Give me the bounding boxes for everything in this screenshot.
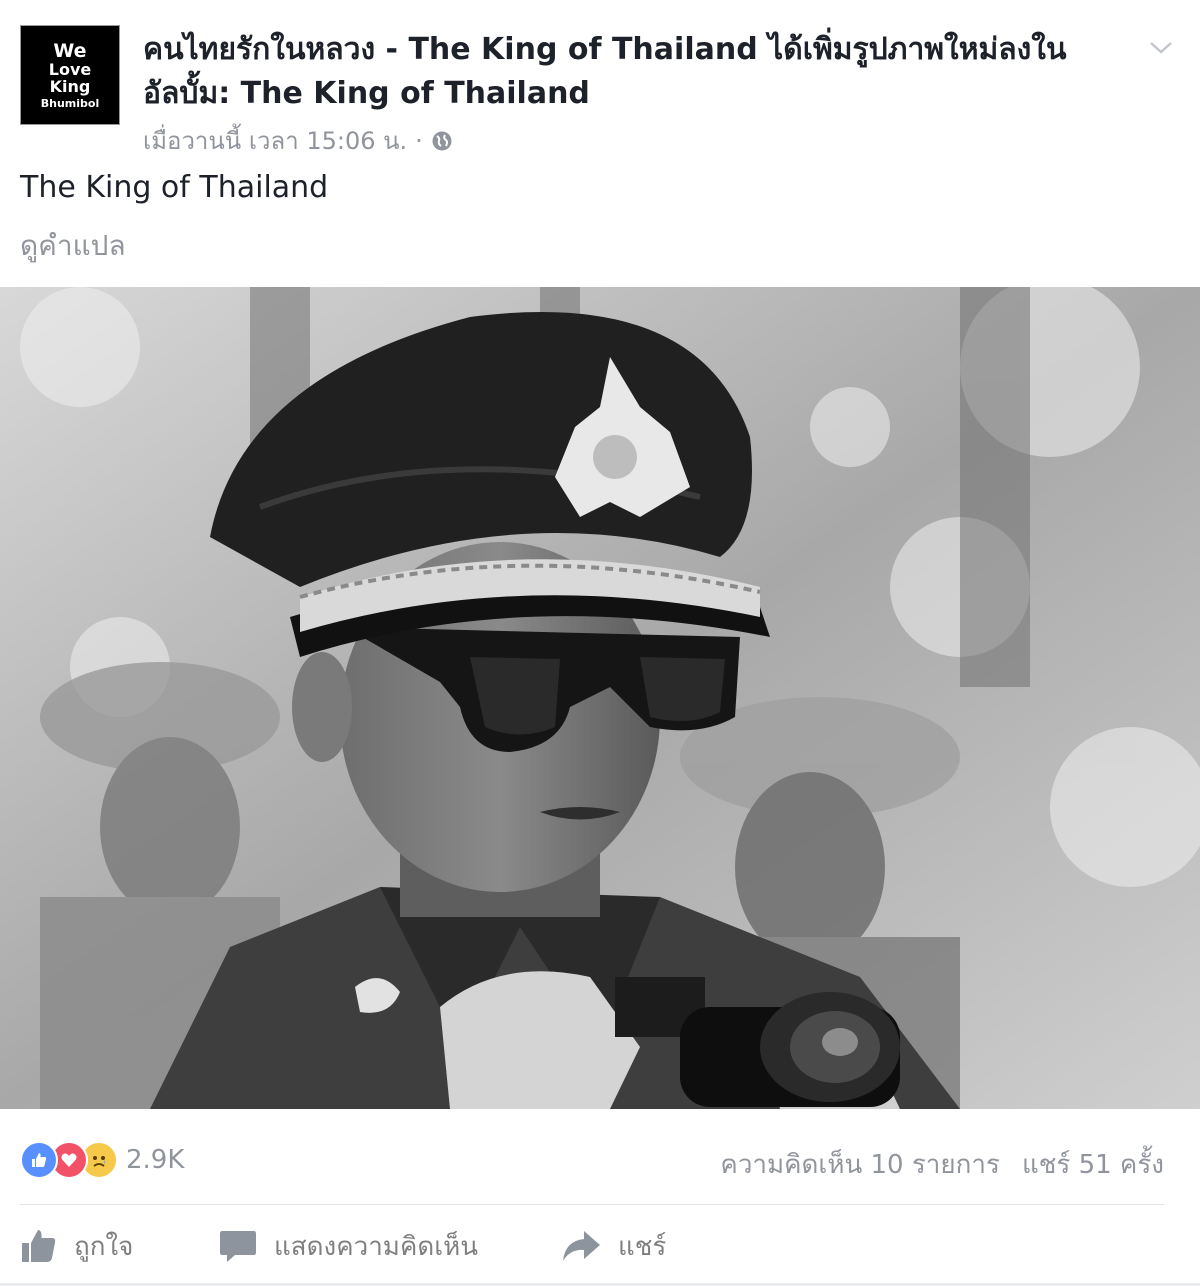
comments-count-link[interactable]: ความคิดเห็น 10 รายการ xyxy=(720,1144,1000,1185)
post-photo[interactable] xyxy=(0,287,1200,1109)
share-button[interactable]: แชร์ xyxy=(560,1218,666,1274)
reactions-summary[interactable]: 2.9K xyxy=(20,1141,185,1179)
comment-button[interactable]: แสดงความคิดเห็น xyxy=(218,1218,478,1274)
post-stats: ความคิดเห็น 10 รายการ แชร์ 51 ครั้ง xyxy=(720,1144,1164,1185)
post-caption: The King of Thailand xyxy=(20,170,329,205)
meta-separator: · xyxy=(415,126,423,155)
post-meta: เมื่อวานนี้ เวลา 15:06 น. · xyxy=(143,121,453,160)
avatar-text-line: King xyxy=(49,76,91,96)
comment-bubble-icon xyxy=(220,1231,256,1262)
reaction-count: 2.9K xyxy=(126,1145,185,1175)
post-header: คนไทยรักในหลวง - The King of Thailand ได… xyxy=(143,28,1083,116)
divider xyxy=(20,1204,1164,1205)
avatar-text-line: Bhumibol xyxy=(40,96,100,110)
like-button-label: ถูกใจ xyxy=(74,1231,134,1262)
avatar-text-line: Love xyxy=(48,59,92,79)
photo-king-with-camera xyxy=(0,287,1200,1109)
like-reaction-icon xyxy=(20,1141,58,1179)
post-timestamp[interactable]: เมื่อวานนี้ เวลา 15:06 น. xyxy=(143,121,407,160)
chevron-down-icon[interactable] xyxy=(1148,34,1174,60)
see-translation-link[interactable]: ดูคำแปล xyxy=(20,224,126,268)
share-arrow-icon xyxy=(563,1231,600,1261)
comment-button-label: แสดงความคิดเห็น xyxy=(274,1231,479,1262)
like-button[interactable]: ถูกใจ xyxy=(20,1218,133,1274)
page-avatar[interactable]: We Love King Bhumibol xyxy=(20,25,120,125)
globe-icon[interactable] xyxy=(431,130,453,152)
thumbs-up-icon xyxy=(22,1230,56,1262)
facebook-post: We Love King Bhumibol คนไทยรักในหลวง - T… xyxy=(0,0,1200,1286)
page-name-link[interactable]: คนไทยรักในหลวง - The King of Thailand xyxy=(143,32,758,67)
avatar-text-line: We xyxy=(53,39,87,62)
post-actions-bar: ถูกใจ แสดงความคิดเห็น แชร์ xyxy=(0,1218,1200,1274)
album-name-link[interactable]: The King of Thailand xyxy=(241,76,590,111)
shares-count-link[interactable]: แชร์ 51 ครั้ง xyxy=(1022,1144,1164,1185)
share-button-label: แชร์ xyxy=(618,1231,667,1262)
